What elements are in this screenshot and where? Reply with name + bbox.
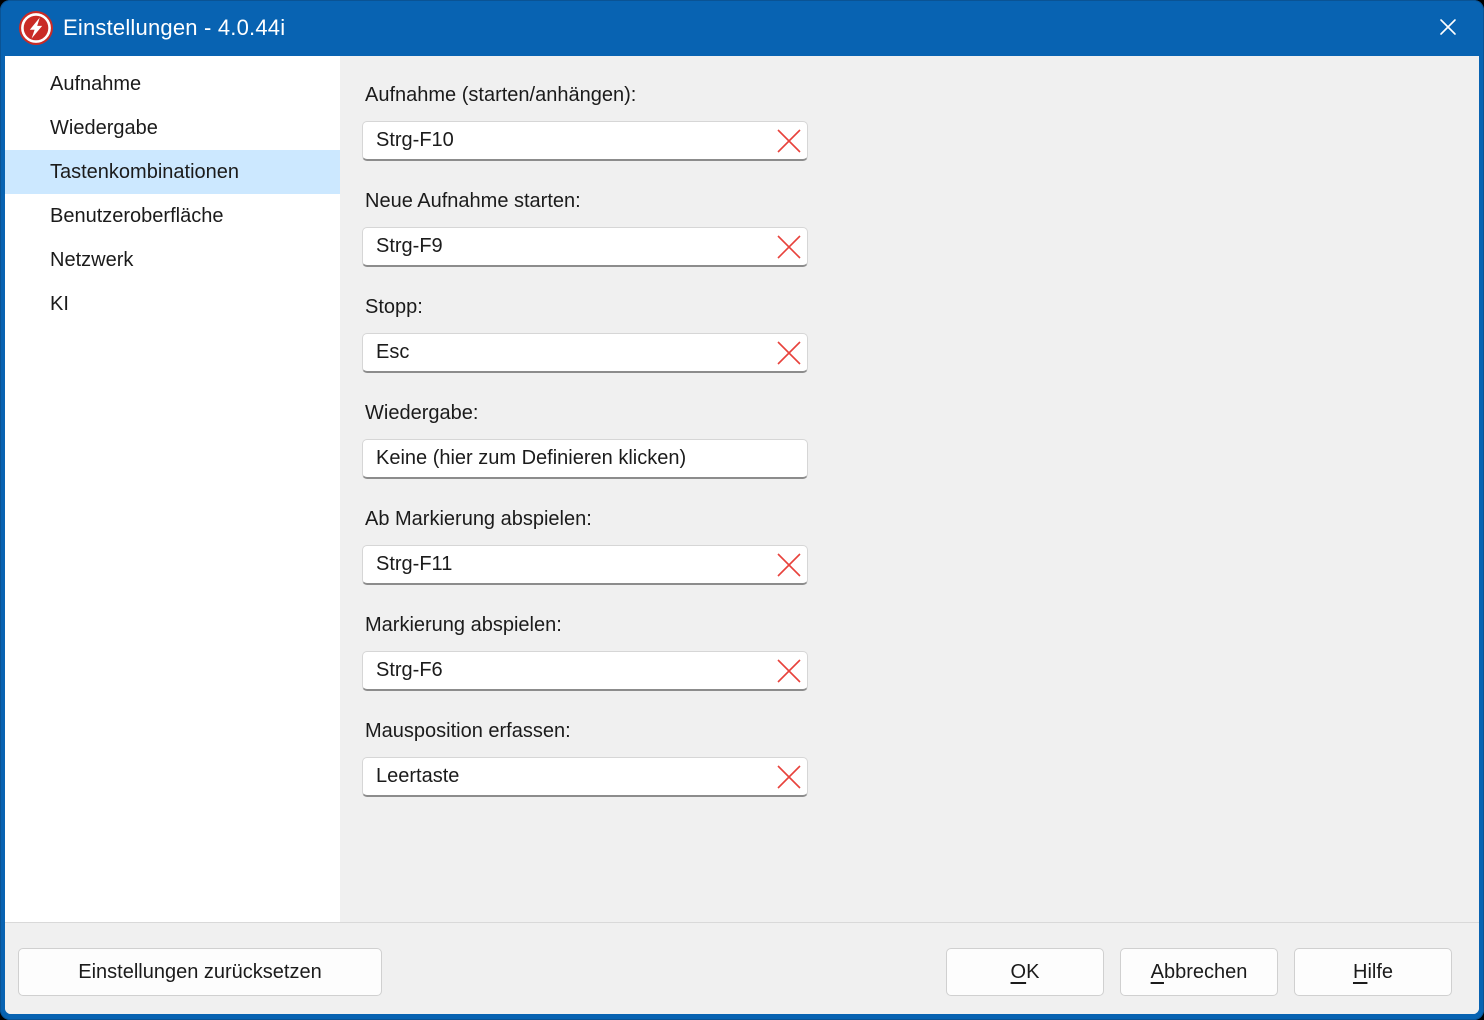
clear-hotkey-button[interactable] — [774, 232, 804, 262]
hotkey-field-playback[interactable]: Keine (hier zum Definieren klicken) — [362, 439, 808, 479]
hotkey-field-stop[interactable]: Esc — [362, 333, 808, 373]
field-label-new-record: Neue Aufnahme starten: — [365, 188, 1479, 214]
hotkey-value: Esc — [376, 341, 409, 364]
dialog-action-buttons: OK Abbrechen Hilfe — [946, 948, 1452, 996]
clear-hotkey-button[interactable] — [774, 126, 804, 156]
field-label-playback: Wiedergabe: — [365, 400, 1479, 426]
reset-settings-button[interactable]: Einstellungen zurücksetzen — [18, 948, 382, 996]
ok-button[interactable]: OK — [946, 948, 1104, 996]
hotkey-value: Strg-F11 — [376, 553, 452, 576]
clear-x-icon — [774, 126, 804, 156]
clear-x-icon — [774, 550, 804, 580]
sidebar-item-aufnahme[interactable]: Aufnahme — [5, 62, 340, 106]
sidebar-item-ki[interactable]: KI — [5, 282, 340, 326]
sidebar-item-netzwerk[interactable]: Netzwerk — [5, 238, 340, 282]
hotkey-field-play-selection[interactable]: Strg-F6 — [362, 651, 808, 691]
sidebar-item-benutzeroberflaeche[interactable]: Benutzeroberfläche — [5, 194, 340, 238]
sidebar-item-wiedergabe[interactable]: Wiedergabe — [5, 106, 340, 150]
hotkey-value: Strg-F10 — [376, 129, 454, 152]
sidebar-item-tastenkombinationen[interactable]: Tastenkombinationen — [5, 150, 340, 194]
title-bar: Einstellungen - 4.0.44i — [0, 0, 1484, 56]
hotkey-value: Leertaste — [376, 765, 459, 788]
field-label-capture-mouse-position: Mausposition erfassen: — [365, 718, 1479, 744]
clear-x-icon — [774, 338, 804, 368]
hotkey-field-play-from-selection[interactable]: Strg-F11 — [362, 545, 808, 585]
dialog-footer: Einstellungen zurücksetzen OK Abbrechen … — [5, 922, 1479, 1014]
hotkey-field-capture-mouse-position[interactable]: Leertaste — [362, 757, 808, 797]
field-label-stop: Stopp: — [365, 294, 1479, 320]
body-row: Aufnahme Wiedergabe Tastenkombinationen … — [5, 56, 1479, 922]
help-button[interactable]: Hilfe — [1294, 948, 1452, 996]
field-label-play-from-selection: Ab Markierung abspielen: — [365, 506, 1479, 532]
clear-hotkey-button[interactable] — [774, 656, 804, 686]
dialog-content: Aufnahme Wiedergabe Tastenkombinationen … — [5, 56, 1479, 1014]
hotkey-value: Keine (hier zum Definieren klicken) — [376, 447, 686, 470]
clear-x-icon — [774, 762, 804, 792]
field-label-play-selection: Markierung abspielen: — [365, 612, 1479, 638]
hotkey-value: Strg-F9 — [376, 235, 443, 258]
settings-category-sidebar: Aufnahme Wiedergabe Tastenkombinationen … — [5, 56, 340, 922]
settings-dialog: Einstellungen - 4.0.44i Aufnahme Wiederg… — [0, 0, 1484, 1020]
clear-x-icon — [774, 232, 804, 262]
hotkey-value: Strg-F6 — [376, 659, 443, 682]
lightning-bolt-badge-icon — [18, 10, 54, 46]
clear-hotkey-button[interactable] — [774, 550, 804, 580]
clear-x-icon — [774, 656, 804, 686]
hotkey-field-new-record[interactable]: Strg-F9 — [362, 227, 808, 267]
hotkeys-panel: Aufnahme (starten/anhängen): Strg-F10 Ne… — [340, 56, 1479, 922]
close-button[interactable] — [1424, 6, 1472, 48]
clear-hotkey-button[interactable] — [774, 338, 804, 368]
field-label-record: Aufnahme (starten/anhängen): — [365, 82, 1479, 108]
cancel-button[interactable]: Abbrechen — [1120, 948, 1278, 996]
clear-hotkey-button[interactable] — [774, 762, 804, 792]
close-x-icon — [1434, 13, 1462, 41]
hotkey-field-record[interactable]: Strg-F10 — [362, 121, 808, 161]
window-title: Einstellungen - 4.0.44i — [63, 15, 285, 41]
